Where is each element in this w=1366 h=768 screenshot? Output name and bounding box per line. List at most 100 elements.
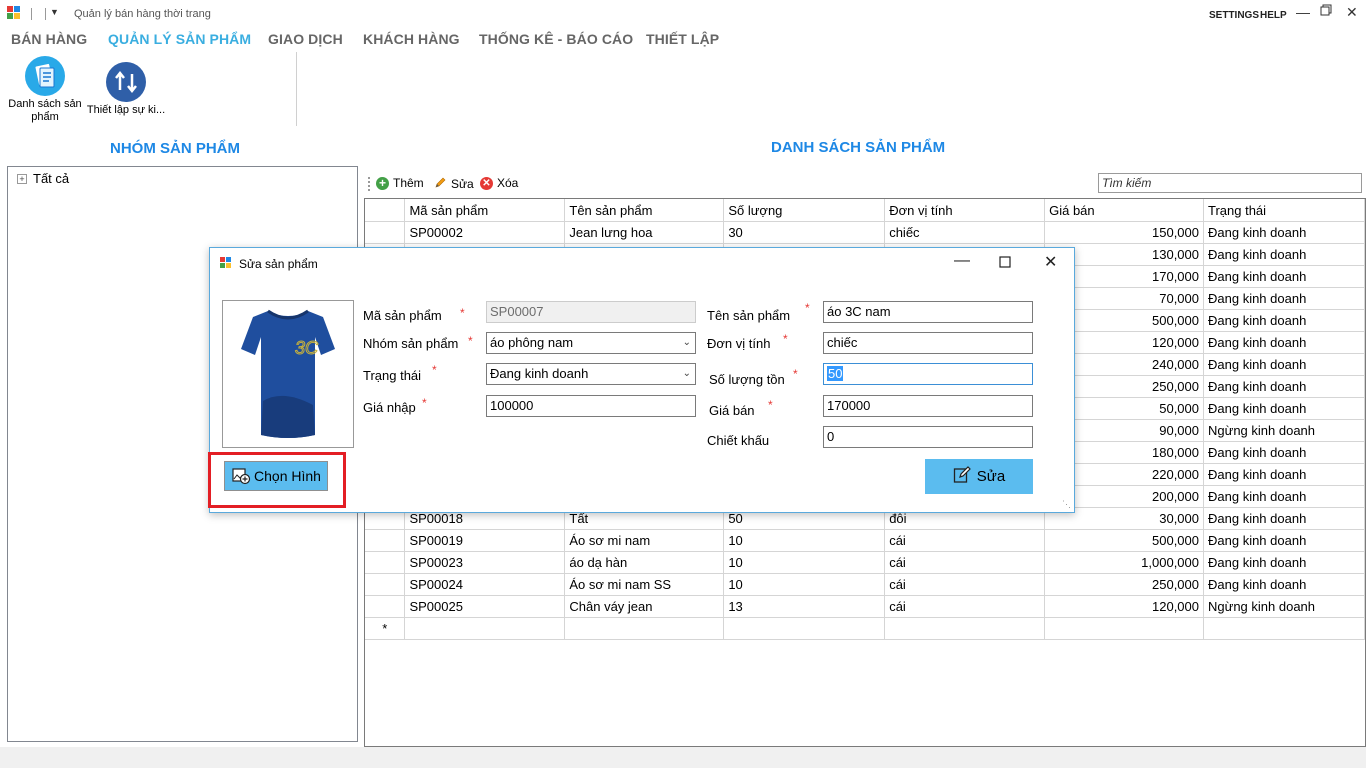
table-cell[interactable]: SP00023 bbox=[404, 551, 566, 574]
table-cell[interactable] bbox=[884, 617, 1046, 640]
setup-event-button[interactable]: Thiết lập sự ki... bbox=[86, 62, 166, 116]
table-cell[interactable]: Đang kinh doanh bbox=[1203, 441, 1365, 464]
edit-button[interactable]: Sửa bbox=[434, 176, 474, 192]
quick-access-dropdown-icon[interactable]: ▼ bbox=[50, 7, 59, 17]
column-header[interactable]: Mã sản phẩm bbox=[404, 199, 566, 222]
table-cell[interactable]: 150,000 bbox=[1044, 221, 1204, 244]
settings-link[interactable]: SETTINGS bbox=[1209, 10, 1259, 21]
table-cell[interactable] bbox=[1203, 617, 1365, 640]
table-cell[interactable]: 1,000,000 bbox=[1044, 551, 1204, 574]
table-cell[interactable]: 120,000 bbox=[1044, 595, 1204, 618]
table-cell[interactable]: Chân váy jean bbox=[564, 595, 725, 618]
quantity-field[interactable]: 50 bbox=[823, 363, 1033, 385]
table-cell[interactable]: Đang kinh doanh bbox=[1203, 243, 1365, 266]
table-cell[interactable]: 13 bbox=[723, 595, 886, 618]
table-cell[interactable]: áo dạ hàn bbox=[564, 551, 725, 574]
table-cell[interactable]: Áo sơ mi nam SS bbox=[564, 573, 725, 596]
table-cell[interactable]: 30 bbox=[723, 221, 886, 244]
unit-field[interactable]: chiếc bbox=[823, 332, 1033, 354]
table-cell[interactable]: Đang kinh doanh bbox=[1203, 353, 1365, 376]
table-cell[interactable]: Đang kinh doanh bbox=[1203, 287, 1365, 310]
tab-khach-hang[interactable]: KHÁCH HÀNG bbox=[363, 31, 460, 47]
table-cell[interactable]: SP00025 bbox=[404, 595, 566, 618]
app-icon[interactable] bbox=[7, 6, 20, 19]
table-cell[interactable]: Jean lưng hoa bbox=[564, 221, 725, 244]
row-header[interactable] bbox=[365, 595, 406, 618]
table-cell[interactable]: Đang kinh doanh bbox=[1203, 397, 1365, 420]
table-cell[interactable]: Đang kinh doanh bbox=[1203, 485, 1365, 508]
table-cell[interactable] bbox=[564, 617, 725, 640]
price-field[interactable]: 170000 bbox=[823, 395, 1033, 417]
table-cell[interactable]: Đang kinh doanh bbox=[1203, 221, 1365, 244]
table-row[interactable]: SP00023 áo dạ hàn 10 cái 1,000,000 Đang kinh … bbox=[365, 551, 1365, 574]
table-cell[interactable]: Đang kinh doanh bbox=[1203, 463, 1365, 486]
table-cell[interactable]: 10 bbox=[723, 529, 886, 552]
add-button[interactable]: + Thêm bbox=[376, 176, 424, 190]
table-cell[interactable]: 250,000 bbox=[1044, 573, 1204, 596]
restore-icon[interactable] bbox=[1320, 3, 1332, 19]
table-cell[interactable] bbox=[723, 617, 886, 640]
tab-giao-dich[interactable]: GIAO DỊCH bbox=[268, 31, 343, 47]
table-cell[interactable]: 10 bbox=[723, 551, 886, 574]
column-header[interactable]: Tên sản phẩm bbox=[564, 199, 725, 222]
status-select[interactable]: Đang kinh doanh ⌄ bbox=[486, 363, 696, 385]
row-header[interactable] bbox=[365, 573, 406, 596]
discount-field[interactable]: 0 bbox=[823, 426, 1033, 448]
table-cell[interactable]: Đang kinh doanh bbox=[1203, 507, 1365, 530]
row-header[interactable] bbox=[365, 221, 406, 244]
dialog-minimize-icon[interactable]: — bbox=[954, 252, 970, 270]
tab-thong-ke-bao-cao[interactable]: THỐNG KÊ - BÁO CÁO bbox=[479, 31, 633, 47]
product-list-button[interactable]: Danh sách sản phẩm bbox=[4, 56, 86, 124]
table-cell[interactable]: Áo sơ mi nam bbox=[564, 529, 725, 552]
minimize-icon[interactable]: — bbox=[1296, 4, 1310, 20]
name-field[interactable]: áo 3C nam bbox=[823, 301, 1033, 323]
table-cell[interactable]: Đang kinh doanh bbox=[1203, 551, 1365, 574]
tab-quan-ly-san-pham[interactable]: QUẢN LÝ SẢN PHẨM bbox=[108, 31, 251, 47]
code-field[interactable]: SP00007 bbox=[486, 301, 696, 323]
tree-item-all[interactable]: + Tất cả bbox=[17, 171, 69, 186]
row-header[interactable] bbox=[365, 551, 406, 574]
table-cell[interactable]: Đang kinh doanh bbox=[1203, 265, 1365, 288]
tab-thiet-lap[interactable]: THIẾT LẬP bbox=[646, 31, 719, 47]
column-header[interactable]: Giá bán bbox=[1044, 199, 1204, 222]
table-cell[interactable]: SP00019 bbox=[404, 529, 566, 552]
new-row[interactable]: * bbox=[365, 617, 1365, 640]
table-cell[interactable]: Đang kinh doanh bbox=[1203, 331, 1365, 354]
table-cell[interactable]: cái bbox=[884, 551, 1046, 574]
table-cell[interactable]: chiếc bbox=[884, 221, 1046, 244]
search-input[interactable]: Tìm kiếm bbox=[1098, 173, 1362, 193]
close-icon[interactable]: ✕ bbox=[1346, 4, 1358, 21]
table-cell[interactable] bbox=[404, 617, 566, 640]
column-header[interactable]: Trạng thái bbox=[1203, 199, 1365, 222]
table-row[interactable]: SP00025 Chân váy jean 13 cái 120,000 Ngừng ki… bbox=[365, 595, 1365, 618]
cost-field[interactable]: 100000 bbox=[486, 395, 696, 417]
column-header[interactable]: Đơn vị tính bbox=[884, 199, 1046, 222]
tab-ban-hang[interactable]: BÁN HÀNG bbox=[11, 31, 87, 47]
table-cell[interactable]: Đang kinh doanh bbox=[1203, 529, 1365, 552]
save-edit-button[interactable]: Sửa bbox=[925, 459, 1033, 494]
table-cell[interactable]: SP00024 bbox=[404, 573, 566, 596]
table-cell[interactable]: Đang kinh doanh bbox=[1203, 309, 1365, 332]
resize-grip-icon[interactable]: ⋱ bbox=[1062, 499, 1071, 510]
table-cell[interactable]: Ngừng kinh doanh bbox=[1203, 595, 1365, 618]
choose-image-button[interactable]: Chọn Hình bbox=[224, 461, 328, 491]
table-cell[interactable]: 10 bbox=[723, 573, 886, 596]
help-link[interactable]: HELP bbox=[1260, 10, 1287, 21]
chevron-down-icon[interactable]: ⌄ bbox=[683, 364, 691, 384]
delete-button[interactable]: ✕ Xóa bbox=[480, 176, 518, 190]
dialog-close-icon[interactable]: ✕ bbox=[1044, 252, 1057, 272]
table-cell[interactable]: Đang kinh doanh bbox=[1203, 573, 1365, 596]
row-header[interactable] bbox=[365, 529, 406, 552]
group-select[interactable]: áo phông nam ⌄ bbox=[486, 332, 696, 354]
table-row[interactable]: SP00002 Jean lưng hoa 30 chiếc 150,000 Đang k… bbox=[365, 221, 1365, 244]
table-cell[interactable]: cái bbox=[884, 595, 1046, 618]
table-cell[interactable]: cái bbox=[884, 573, 1046, 596]
table-cell[interactable] bbox=[1044, 617, 1204, 640]
table-cell[interactable]: cái bbox=[884, 529, 1046, 552]
dialog-maximize-icon[interactable] bbox=[999, 255, 1011, 273]
table-cell[interactable]: 500,000 bbox=[1044, 529, 1204, 552]
table-cell[interactable]: Ngừng kinh doanh bbox=[1203, 419, 1365, 442]
table-cell[interactable]: Đang kinh doanh bbox=[1203, 375, 1365, 398]
chevron-down-icon[interactable]: ⌄ bbox=[683, 333, 691, 353]
expand-icon[interactable]: + bbox=[17, 173, 27, 184]
